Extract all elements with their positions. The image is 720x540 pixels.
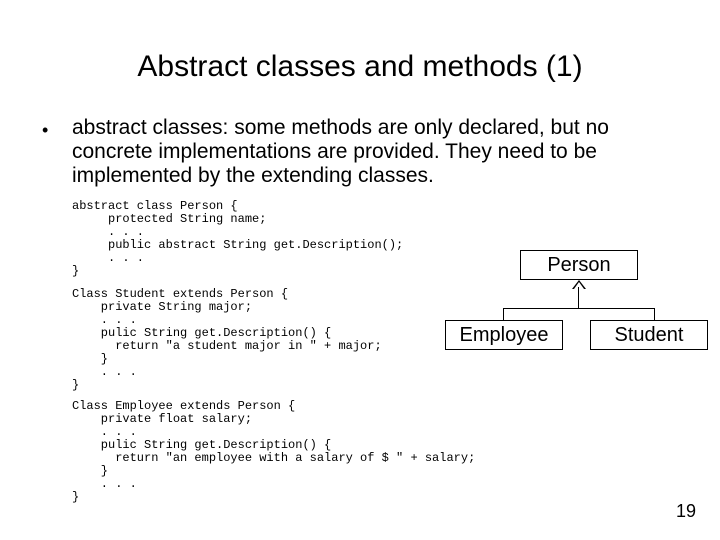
inheritance-arrowhead-icon <box>572 280 586 289</box>
bullet-item: • abstract classes: some methods are onl… <box>42 116 662 188</box>
diagram-connector <box>503 308 504 320</box>
slide: Abstract classes and methods (1) • abstr… <box>0 0 720 540</box>
diagram-box-student: Student <box>590 320 708 350</box>
slide-title: Abstract classes and methods (1) <box>0 50 720 84</box>
page-number: 19 <box>676 501 696 522</box>
code-block-student: Class Student extends Person { private S… <box>72 288 462 392</box>
diagram-label-person: Person <box>547 254 610 277</box>
diagram-box-person: Person <box>520 250 638 280</box>
code-block-person: abstract class Person { protected String… <box>72 200 462 278</box>
diagram-label-employee: Employee <box>460 324 549 347</box>
bullet-marker: • <box>42 116 72 188</box>
diagram-connector <box>578 287 579 308</box>
diagram-box-employee: Employee <box>445 320 563 350</box>
code-block-employee: Class Employee extends Person { private … <box>72 400 612 504</box>
diagram-connector <box>654 308 655 320</box>
diagram-label-student: Student <box>615 324 684 347</box>
diagram-connector <box>503 308 655 309</box>
bullet-text: abstract classes: some methods are only … <box>72 116 662 188</box>
